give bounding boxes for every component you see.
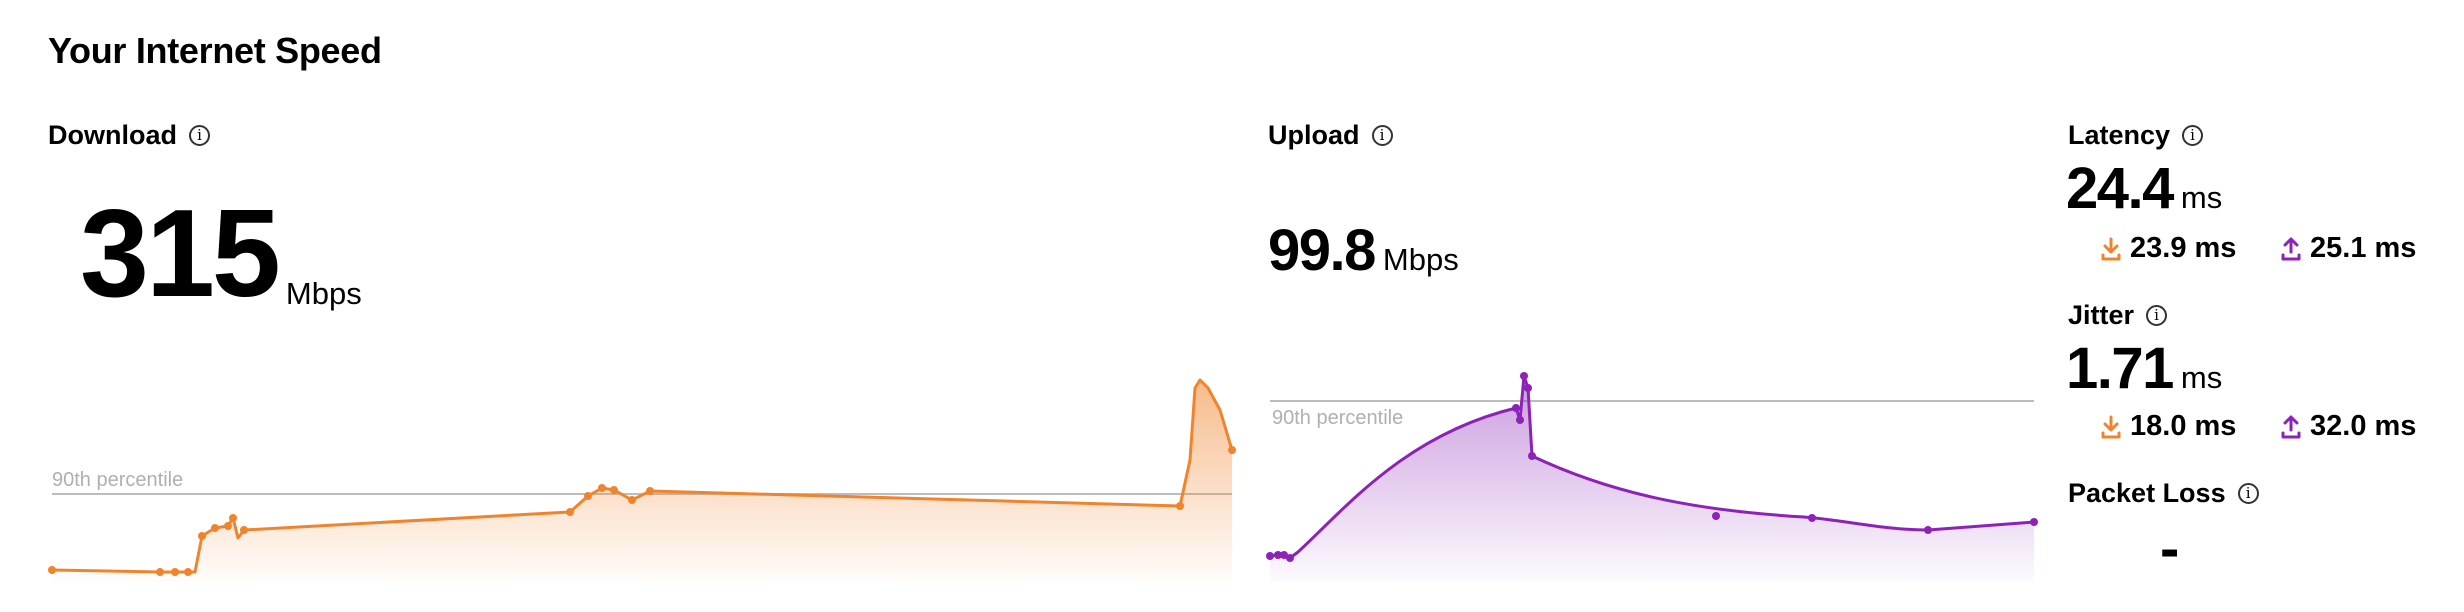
upload-point <box>1924 526 1932 534</box>
download-info-icon[interactable]: i <box>189 125 210 146</box>
latency-label-row: Latency i <box>2068 120 2204 151</box>
packet-loss-label-row: Packet Loss i <box>2068 478 2259 509</box>
download-point <box>610 486 618 494</box>
jitter-download-value: 18.0 ms <box>2130 410 2237 442</box>
upload-point <box>2030 518 2038 526</box>
download-label-row: Download i <box>48 120 210 151</box>
download-percentile-label: 90th percentile <box>52 469 183 491</box>
jitter-info-icon[interactable]: i <box>2146 305 2168 326</box>
download-point <box>566 508 574 516</box>
upload-info-icon[interactable]: i <box>1371 125 1393 146</box>
download-point <box>224 522 232 530</box>
upload-point <box>1286 554 1294 562</box>
upload-point <box>1516 416 1524 424</box>
jitter-value: 1.71 <box>2066 336 2174 401</box>
jitter-unit: ms <box>2180 360 2223 395</box>
download-point <box>211 524 219 532</box>
upload-point <box>1808 514 1816 522</box>
upload-arrow-icon <box>2281 415 2301 438</box>
jitter-label-row: Jitter i <box>2068 300 2168 331</box>
download-value: 315 <box>80 185 281 323</box>
download-point <box>1228 446 1236 454</box>
download-point <box>584 492 592 500</box>
upload-point <box>1512 404 1520 412</box>
upload-label-row: Upload i <box>1268 120 1393 151</box>
jitter-download: 18.0 ms <box>2100 410 2236 443</box>
upload-percentile-label: 90th percentile <box>1272 407 1403 429</box>
download-area <box>52 380 1232 582</box>
packet-loss-label: Packet Loss <box>2068 478 2226 508</box>
latency-value-row: 24.4 ms <box>2066 160 2222 218</box>
jitter-upload: 32.0 ms <box>2280 410 2416 443</box>
upload-point <box>1524 384 1532 392</box>
upload-point <box>1266 552 1274 560</box>
latency-value: 24.4 <box>2066 156 2174 221</box>
upload-value: 99.8 <box>1268 218 1376 283</box>
upload-unit: Mbps <box>1382 242 1459 277</box>
download-arrow-icon <box>2101 237 2121 260</box>
packet-loss-value: - <box>2160 516 2180 581</box>
download-point <box>598 484 606 492</box>
download-unit: Mbps <box>285 276 362 311</box>
jitter-value-row: 1.71 ms <box>2066 340 2222 398</box>
download-label: Download <box>48 120 177 150</box>
upload-point <box>1520 372 1528 380</box>
upload-value-row: 99.8 Mbps <box>1268 222 1459 280</box>
latency-unit: ms <box>2180 180 2223 215</box>
download-point <box>628 496 636 504</box>
download-point <box>229 514 237 522</box>
upload-chart: 90th percentile <box>1266 372 2038 582</box>
latency-download: 23.9 ms <box>2100 232 2236 265</box>
latency-upload-value: 25.1 ms <box>2310 232 2417 264</box>
upload-arrow-icon <box>2281 237 2301 260</box>
latency-label: Latency <box>2068 120 2171 150</box>
download-chart: 90th percentile <box>48 378 1236 582</box>
upload-label: Upload <box>1268 120 1360 150</box>
latency-upload: 25.1 ms <box>2280 232 2416 265</box>
download-point <box>48 566 56 574</box>
upload-point <box>1528 452 1536 460</box>
jitter-label: Jitter <box>2068 300 2135 330</box>
download-point <box>1176 502 1184 510</box>
download-value-row: 315 Mbps <box>80 192 362 316</box>
download-arrow-icon <box>2101 415 2121 438</box>
page-title: Your Internet Speed <box>48 30 382 71</box>
packet-loss-info-icon[interactable]: i <box>2237 483 2259 504</box>
latency-info-icon[interactable]: i <box>2182 125 2204 146</box>
download-point <box>156 568 164 576</box>
upload-point <box>1712 512 1720 520</box>
latency-download-value: 23.9 ms <box>2130 232 2237 264</box>
download-point <box>171 568 179 576</box>
download-point <box>240 526 248 534</box>
download-point <box>198 532 206 540</box>
download-point <box>646 487 654 495</box>
download-point <box>184 568 192 576</box>
jitter-upload-value: 32.0 ms <box>2310 410 2417 442</box>
